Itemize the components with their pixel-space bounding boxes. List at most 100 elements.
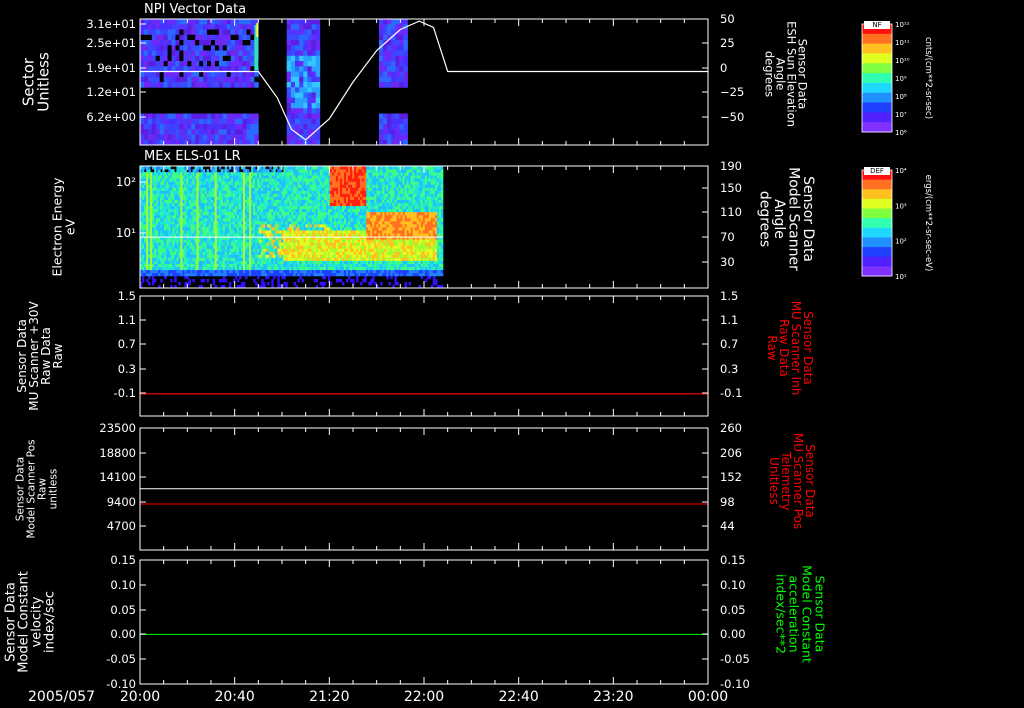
els-cell — [434, 281, 438, 286]
els-cell — [382, 230, 385, 234]
els-cell — [392, 266, 395, 271]
npi-cell — [230, 113, 235, 120]
npi-cell — [403, 66, 408, 72]
els-cell — [440, 239, 444, 243]
els-cell — [289, 214, 292, 219]
els-cell — [392, 257, 395, 261]
els-cell — [154, 233, 157, 237]
npi-cell — [234, 71, 239, 78]
els-cell — [329, 242, 333, 246]
els-cell — [267, 223, 270, 228]
npi-cell — [403, 82, 408, 88]
els-cell — [186, 220, 189, 225]
npi-cell — [383, 61, 388, 67]
els-cell — [206, 211, 210, 216]
npi-cell — [155, 24, 161, 30]
npi-cell — [203, 40, 208, 46]
els-cell — [271, 281, 274, 286]
els-cell — [299, 196, 302, 200]
els-cell — [226, 236, 230, 240]
els-cell — [432, 208, 436, 213]
els-cell — [216, 205, 220, 210]
npi-cell — [171, 82, 176, 88]
npi-cell — [191, 71, 196, 78]
els-cell — [154, 260, 157, 265]
els-cell — [142, 275, 145, 280]
els-cell — [247, 208, 250, 213]
els-cell — [402, 223, 405, 228]
els-cell — [206, 233, 210, 237]
els-cell — [392, 239, 395, 243]
els-cell — [212, 281, 216, 286]
els-cell — [372, 223, 375, 228]
npi-cell — [171, 55, 176, 62]
els-cell — [196, 254, 199, 258]
els-cell — [148, 275, 151, 280]
npi-cell — [195, 82, 200, 88]
npi-cell — [238, 24, 243, 30]
els-cell — [186, 272, 189, 277]
els-cell — [267, 272, 270, 277]
els-cell — [206, 217, 210, 222]
npi-cell — [295, 40, 300, 46]
els-cell — [216, 227, 220, 231]
els-cell — [350, 196, 353, 200]
npi-cell — [307, 113, 312, 120]
npi-cell — [399, 113, 404, 120]
npi-cell — [195, 24, 200, 30]
els-cell — [267, 211, 270, 216]
npi-cell — [315, 29, 321, 36]
els-cell — [206, 251, 210, 255]
npi-cell — [214, 29, 220, 36]
npi-cell — [403, 40, 408, 46]
els-cell — [234, 275, 238, 280]
npi-cell — [311, 45, 317, 51]
els-cell — [350, 269, 353, 274]
npi-cell — [167, 134, 172, 141]
els-cell — [267, 260, 270, 265]
els-cell — [329, 202, 333, 207]
npi-cell — [250, 55, 255, 62]
npi-cell — [234, 124, 239, 130]
npi-cell — [195, 129, 200, 135]
npi-cell — [207, 55, 212, 62]
npi-cell — [395, 66, 400, 72]
npi-cell — [167, 61, 172, 67]
els-cell — [267, 220, 270, 225]
npi-cell — [379, 82, 384, 88]
els-cell — [144, 257, 147, 261]
els-cell — [174, 227, 177, 231]
els-cell — [350, 220, 353, 225]
els-cell — [216, 236, 220, 240]
els-cell — [299, 208, 302, 213]
els-cell — [206, 208, 210, 213]
npi-cell — [191, 129, 196, 135]
els-cell — [289, 266, 292, 271]
npi-cell — [399, 55, 404, 62]
npi-cell — [295, 113, 300, 120]
els-cell — [186, 257, 189, 261]
npi-cell — [175, 76, 180, 83]
els-cell — [257, 211, 260, 216]
npi-cell — [183, 61, 188, 67]
npi-cell — [379, 34, 384, 41]
els-cell — [402, 251, 405, 255]
els-cell — [164, 251, 167, 255]
npi-cell — [311, 118, 317, 125]
npi-cell — [234, 45, 239, 51]
npi-cell — [222, 134, 228, 141]
els-cell — [396, 281, 399, 286]
els-cell — [412, 257, 416, 261]
els-cell — [186, 275, 189, 280]
npi-cell — [183, 50, 188, 57]
npi-edge-yellow — [256, 23, 259, 37]
npi-cell — [286, 45, 292, 51]
npi-cell — [140, 55, 145, 62]
npi-cell — [163, 45, 168, 51]
npi-cell — [151, 29, 157, 36]
els-cell — [402, 196, 405, 200]
npi-cell — [175, 61, 180, 67]
els-cell — [319, 217, 323, 222]
els-cell — [309, 242, 313, 246]
els-cell — [329, 233, 333, 237]
